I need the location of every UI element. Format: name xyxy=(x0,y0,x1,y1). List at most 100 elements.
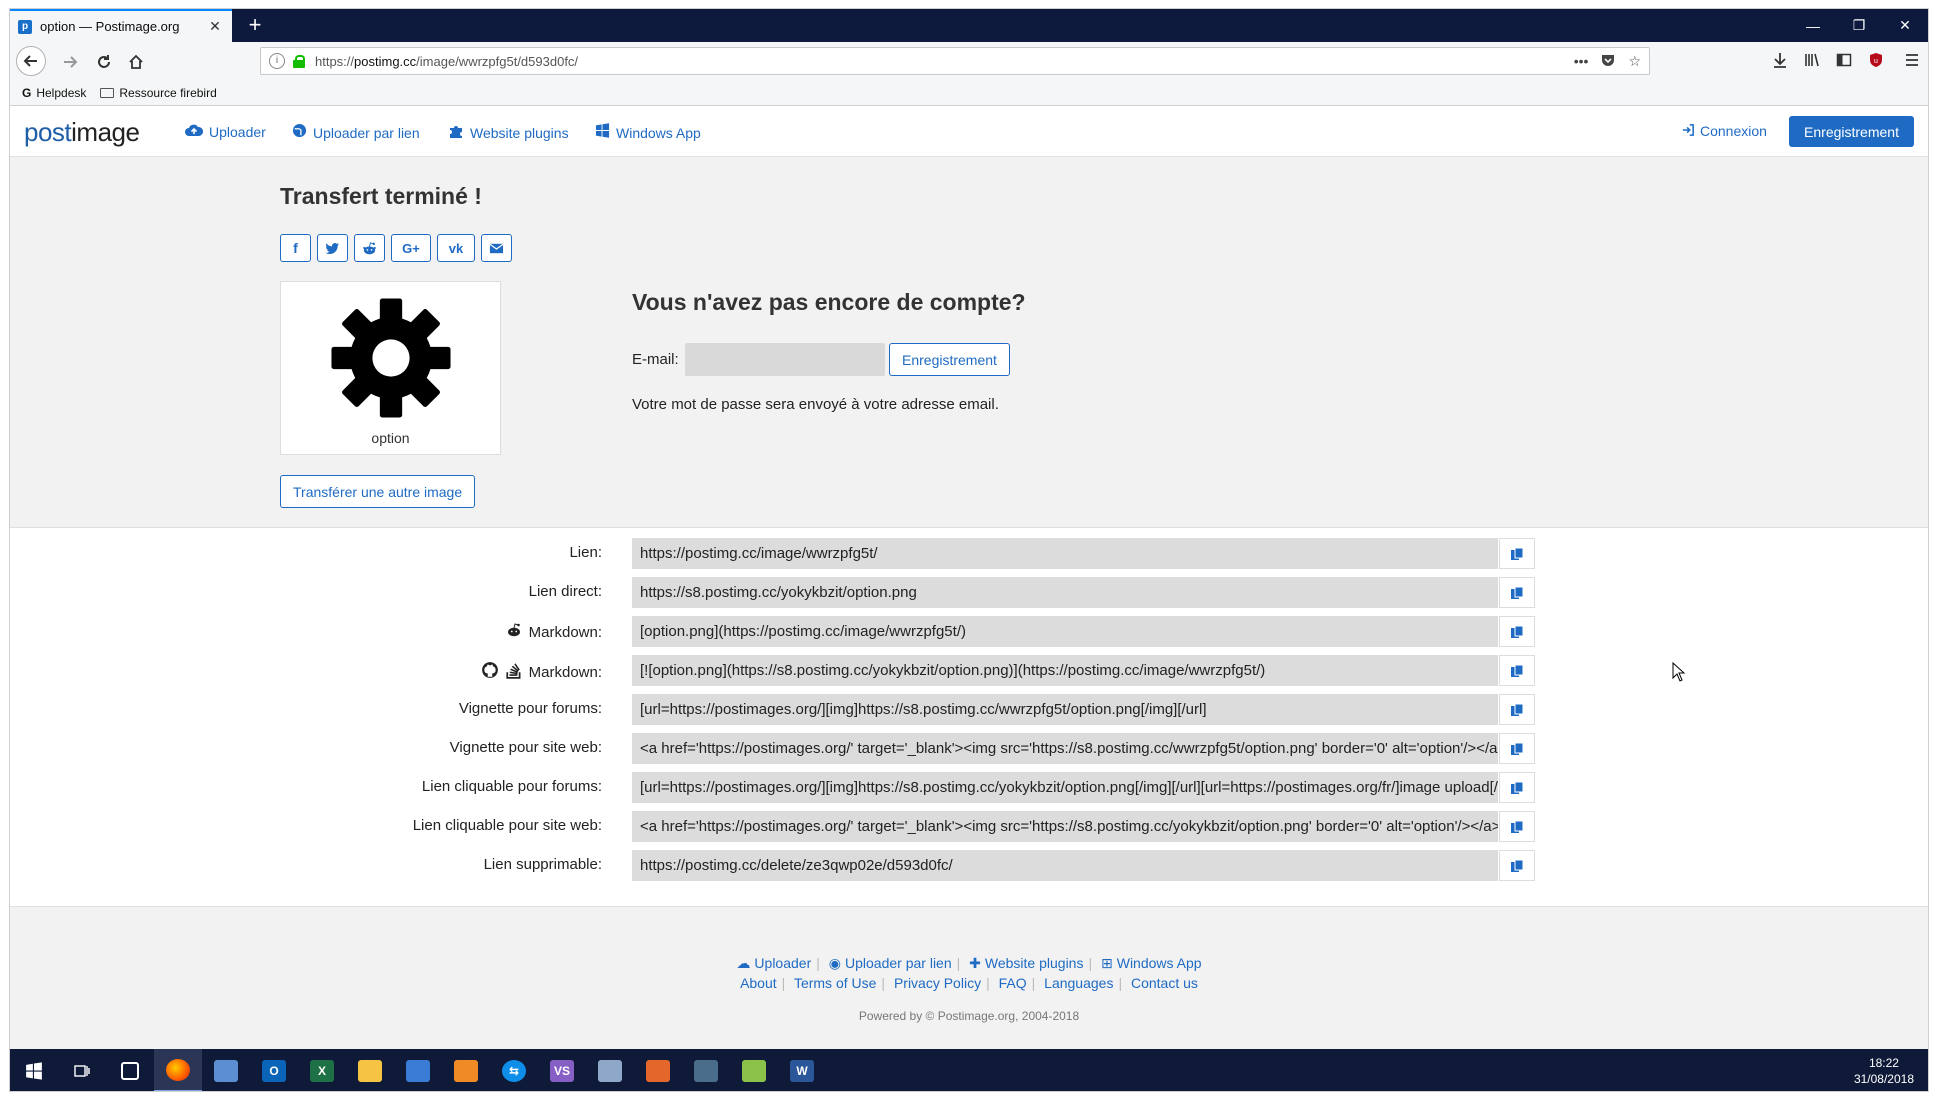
copy-button[interactable] xyxy=(1499,616,1535,647)
library-icon[interactable] xyxy=(1804,52,1820,72)
footer-windows-app-link[interactable]: ⊞ Windows App xyxy=(1101,955,1202,971)
more-icon[interactable]: ••• xyxy=(1574,53,1589,69)
new-tab-button[interactable]: + xyxy=(242,13,268,39)
link-field[interactable]: <a href='https://postimages.org/' target… xyxy=(632,811,1498,842)
link-field[interactable]: [option.png](https://postimg.cc/image/ww… xyxy=(632,616,1498,647)
footer-languages-link[interactable]: Languages xyxy=(1044,975,1113,991)
twitter-share-button[interactable] xyxy=(317,234,348,262)
nav-label: Connexion xyxy=(1700,123,1767,139)
reddit-share-button[interactable] xyxy=(354,234,385,262)
link-row: Lien cliquable pour forums: [url=https:/… xyxy=(10,770,1928,804)
sidebar-icon[interactable] xyxy=(1836,52,1852,72)
upload-another-button[interactable]: Transférer une autre image xyxy=(280,475,476,508)
footer-uploader-par-lien-link[interactable]: ◉ Uploader par lien xyxy=(829,955,952,971)
ublock-icon[interactable]: u xyxy=(1868,52,1884,72)
task-view-button[interactable] xyxy=(58,1049,106,1091)
copy-button[interactable] xyxy=(1499,772,1535,803)
info-icon[interactable]: i xyxy=(269,53,285,69)
reload-icon xyxy=(98,55,110,68)
facebook-share-button[interactable]: f xyxy=(280,234,311,262)
footer-terms-link[interactable]: Terms of Use xyxy=(794,975,876,991)
taskbar-file-explorer[interactable] xyxy=(346,1049,394,1091)
footer-faq-link[interactable]: FAQ xyxy=(999,975,1027,991)
copy-button[interactable] xyxy=(1499,811,1535,842)
taskbar-notepad[interactable] xyxy=(730,1049,778,1091)
footer-about-link[interactable]: About xyxy=(740,975,777,991)
google-plus-share-button[interactable]: G+ xyxy=(391,234,431,262)
nav-windows-app[interactable]: Windows App xyxy=(595,123,701,142)
star-icon[interactable]: ☆ xyxy=(1628,53,1641,70)
browser-tab[interactable]: p option — Postimage.org ✕ xyxy=(10,9,232,42)
copy-button[interactable] xyxy=(1499,577,1535,608)
menu-icon[interactable] xyxy=(1904,52,1920,72)
taskbar-visual-studio[interactable]: VS xyxy=(538,1049,586,1091)
postimage-logo[interactable]: postimage xyxy=(24,117,140,148)
image-thumbnail[interactable]: option xyxy=(280,281,501,455)
footer-uploader-link[interactable]: ☁ Uploader xyxy=(736,955,811,971)
account-register-button[interactable]: Enregistrement xyxy=(889,343,1010,376)
link-row: Vignette pour forums: [url=https://posti… xyxy=(10,692,1928,726)
bookmark-ressource-firebird[interactable]: Ressource firebird xyxy=(100,86,217,100)
minimize-icon[interactable]: — xyxy=(1790,9,1836,42)
nav-uploader[interactable]: Uploader xyxy=(185,123,266,141)
link-field[interactable]: https://s8.postimg.cc/yokykbzit/option.p… xyxy=(632,577,1498,608)
footer-contact-link[interactable]: Contact us xyxy=(1131,975,1198,991)
clock-date: 31/08/2018 xyxy=(1853,1072,1914,1086)
nav-connexion[interactable]: Connexion xyxy=(1682,123,1767,139)
footer-privacy-link[interactable]: Privacy Policy xyxy=(894,975,981,991)
footer-website-plugins-link[interactable]: ✚ Website plugins xyxy=(969,955,1083,971)
link-row: Markdown: [![option.png](https://s8.post… xyxy=(10,653,1928,687)
pocket-icon[interactable] xyxy=(1600,52,1616,71)
taskbar-firefox[interactable] xyxy=(154,1049,202,1091)
reload-button[interactable] xyxy=(90,48,118,76)
taskbar-outlook[interactable]: O xyxy=(250,1049,298,1091)
bookmark-helpdesk[interactable]: G Helpdesk xyxy=(22,86,86,100)
link-field[interactable]: https://postimg.cc/delete/ze3qwp02e/d593… xyxy=(632,850,1498,881)
copy-button[interactable] xyxy=(1499,733,1535,764)
nav-uploader-par-lien[interactable]: Uploader par lien xyxy=(292,123,420,142)
nav-website-plugins[interactable]: Website plugins xyxy=(448,123,569,143)
back-button[interactable] xyxy=(16,46,46,76)
email-share-button[interactable] xyxy=(481,234,512,262)
home-icon xyxy=(129,54,143,69)
taskbar-word[interactable]: W xyxy=(778,1049,826,1091)
taskbar-network-tool[interactable] xyxy=(202,1049,250,1091)
taskbar-3d-app[interactable] xyxy=(106,1049,154,1091)
link-field[interactable]: https://postimg.cc/image/wwrzpfg5t/ xyxy=(632,538,1498,569)
lock-icon[interactable] xyxy=(293,55,305,68)
taskbar-firebird[interactable] xyxy=(634,1049,682,1091)
firefox-icon xyxy=(166,1058,190,1081)
close-window-icon[interactable]: ✕ xyxy=(1882,9,1928,42)
taskbar-excel[interactable]: X xyxy=(298,1049,346,1091)
taskbar-remote-tool[interactable] xyxy=(682,1049,730,1091)
forward-button[interactable] xyxy=(56,48,84,76)
app-icon xyxy=(454,1060,478,1082)
copy-button[interactable] xyxy=(1499,850,1535,881)
copy-button[interactable] xyxy=(1499,538,1535,569)
url-text[interactable]: https://postimg.cc/image/wwrzpfg5t/d593d… xyxy=(315,54,1562,69)
close-tab-icon[interactable]: ✕ xyxy=(206,18,224,35)
copy-button[interactable] xyxy=(1499,694,1535,725)
copy-button[interactable] xyxy=(1499,655,1535,686)
taskbar-teamviewer[interactable]: ⇆ xyxy=(490,1049,538,1091)
taskbar-database[interactable] xyxy=(586,1049,634,1091)
start-button[interactable] xyxy=(10,1049,58,1091)
globe-icon xyxy=(292,123,307,142)
link-field[interactable]: [![option.png](https://s8.postimg.cc/yok… xyxy=(632,655,1498,686)
download-icon[interactable] xyxy=(1772,52,1788,72)
restore-icon[interactable]: ❐ xyxy=(1836,9,1882,42)
link-field[interactable]: <a href='https://postimages.org/' target… xyxy=(632,733,1498,764)
link-field[interactable]: [url=https://postimages.org/][img]https:… xyxy=(632,772,1498,803)
system-clock[interactable]: 18:22 31/08/2018 xyxy=(1854,1055,1914,1087)
puzzle-icon: ✚ xyxy=(969,955,981,971)
link-row: Lien supprimable: https://postimg.cc/del… xyxy=(10,848,1928,882)
globe-icon: ◉ xyxy=(828,955,841,971)
taskbar-app-orange[interactable] xyxy=(442,1049,490,1091)
home-button[interactable] xyxy=(122,48,150,76)
vk-share-button[interactable]: vk xyxy=(437,234,475,262)
header-register-button[interactable]: Enregistrement xyxy=(1789,116,1914,147)
taskbar-app-blue[interactable] xyxy=(394,1049,442,1091)
url-bar[interactable]: i https://postimg.cc/image/wwrzpfg5t/d59… xyxy=(260,47,1650,75)
link-field[interactable]: [url=https://postimages.org/][img]https:… xyxy=(632,694,1498,725)
email-field[interactable] xyxy=(685,343,885,376)
